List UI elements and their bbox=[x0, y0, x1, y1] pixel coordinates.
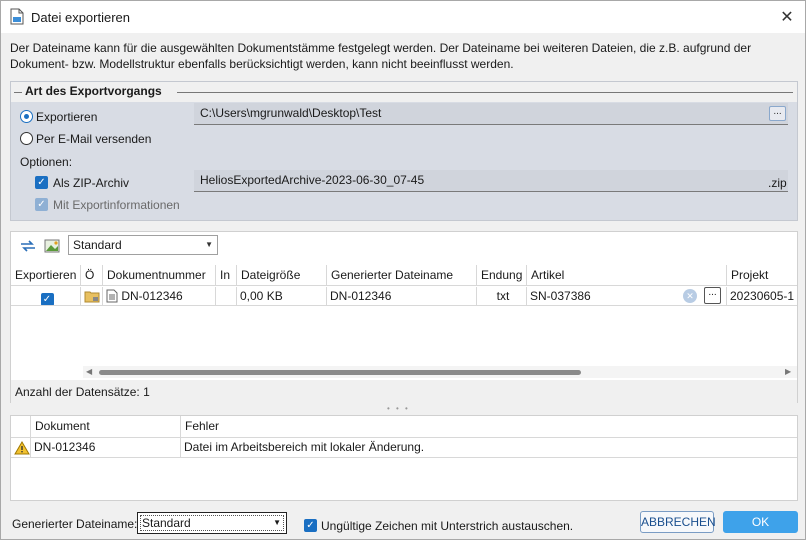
row-export-checkbox[interactable]: ✓ bbox=[40, 293, 54, 305]
browse-path-button[interactable]: ... bbox=[769, 106, 786, 121]
col-header-project[interactable]: Projekt bbox=[727, 265, 797, 286]
archive-name-field[interactable]: HeliosExportedArchive-2023-06-30_07-45 bbox=[194, 170, 788, 192]
radio-export[interactable] bbox=[20, 110, 33, 123]
row-article: SN-037386 bbox=[530, 289, 591, 303]
col-header-open[interactable]: Ö bbox=[81, 265, 103, 286]
row-project-cell: 20230605-1 bbox=[727, 287, 797, 306]
export-type-group: Art des Exportvorgangs Exportieren Per E… bbox=[10, 81, 798, 221]
archive-extension: .zip bbox=[768, 176, 787, 190]
row-size-cell: 0,00 KB bbox=[237, 287, 327, 306]
ok-button[interactable]: OK bbox=[723, 511, 798, 533]
err-document-cell: DN-012346 bbox=[31, 438, 181, 458]
err-message-cell: Datei im Arbeitsbereich mit lokaler Ände… bbox=[181, 438, 797, 458]
row-extension-cell: txt bbox=[477, 287, 527, 306]
generated-name-select[interactable]: Standard ▼ bbox=[137, 512, 287, 534]
group-header: Art des Exportvorgangs bbox=[11, 82, 797, 102]
window-title: Datei exportieren bbox=[31, 10, 130, 25]
dialog-description: Der Dateiname kann für die ausgewählten … bbox=[10, 41, 752, 71]
export-info-checkbox[interactable]: ✓ bbox=[35, 198, 48, 211]
row-article-cell[interactable]: SN-037386 ✕ ... bbox=[527, 287, 727, 306]
scrollbar-thumb[interactable] bbox=[99, 370, 581, 375]
col-header-extension[interactable]: Endung bbox=[477, 265, 527, 286]
chevron-down-icon: ▼ bbox=[273, 518, 281, 527]
title-bar: Datei exportieren ✕ bbox=[1, 1, 805, 33]
refresh-arrows-icon[interactable] bbox=[19, 238, 37, 254]
document-grid: Standard ▼ Exportieren Ö Dokumentnummer … bbox=[10, 231, 798, 404]
text-file-icon bbox=[106, 289, 118, 303]
radio-email[interactable] bbox=[20, 132, 33, 145]
export-info-label: Mit Exportinformationen bbox=[53, 198, 180, 212]
radio-export-label[interactable]: Exportieren bbox=[36, 110, 97, 124]
scroll-right-icon[interactable]: ▶ bbox=[785, 367, 791, 376]
row-document-number-cell: DN-012346 bbox=[103, 287, 216, 306]
record-count-bar: Anzahl der Datensätze: 1 bbox=[11, 380, 797, 404]
error-list: Dokument Fehler DN-012346 Datei im Arbei… bbox=[10, 415, 798, 501]
generated-name-value: Standard bbox=[142, 516, 191, 530]
splitter-handle[interactable]: • • • bbox=[387, 404, 410, 413]
document-icon bbox=[10, 8, 24, 25]
group-divider bbox=[177, 92, 793, 93]
row-generated-name-cell[interactable]: DN-012346 bbox=[327, 287, 477, 306]
err-col-icon bbox=[11, 416, 31, 438]
col-header-article[interactable]: Artikel bbox=[527, 265, 727, 286]
export-dialog: Datei exportieren ✕ Der Dateiname kann f… bbox=[0, 0, 806, 540]
cancel-button[interactable]: ABBRECHEN bbox=[640, 511, 716, 533]
export-path-field[interactable]: C:\Users\mgrunwald\Desktop\Test bbox=[194, 103, 788, 125]
horizontal-scrollbar[interactable]: ◀ ▶ bbox=[83, 366, 797, 378]
col-header-export[interactable]: Exportieren bbox=[11, 265, 81, 286]
replace-chars-label[interactable]: Ungültige Zeichen mit Unterstrich austau… bbox=[321, 519, 573, 533]
scroll-left-icon[interactable]: ◀ bbox=[86, 367, 92, 376]
folder-lock-icon bbox=[84, 291, 100, 303]
zip-checkbox[interactable]: ✓ bbox=[35, 176, 48, 189]
group-title: Art des Exportvorgangs bbox=[25, 84, 162, 98]
col-header-in[interactable]: In bbox=[216, 265, 237, 286]
row-export-cell[interactable]: ✓ bbox=[11, 287, 81, 306]
col-header-document-number[interactable]: Dokumentnummer bbox=[103, 265, 216, 286]
err-icon-cell bbox=[11, 438, 31, 458]
record-count: Anzahl der Datensätze: 1 bbox=[15, 385, 150, 399]
image-settings-icon[interactable] bbox=[44, 238, 62, 254]
close-button[interactable]: ✕ bbox=[769, 1, 805, 33]
close-icon: ✕ bbox=[780, 9, 794, 26]
clear-icon[interactable]: ✕ bbox=[683, 289, 697, 303]
row-open-cell bbox=[81, 287, 103, 306]
chevron-down-icon: ▼ bbox=[205, 240, 213, 249]
view-select-value: Standard bbox=[73, 238, 122, 252]
col-header-size[interactable]: Dateigröße bbox=[237, 265, 327, 286]
group-divider-left bbox=[14, 92, 22, 93]
err-col-header-error[interactable]: Fehler bbox=[181, 416, 797, 438]
article-picker-button[interactable]: ... bbox=[704, 287, 721, 304]
col-header-generated-name[interactable]: Generierter Dateiname bbox=[327, 265, 477, 286]
row-document-number: DN-012346 bbox=[121, 289, 183, 303]
view-select[interactable]: Standard ▼ bbox=[68, 235, 218, 255]
generated-name-label: Generierter Dateiname: bbox=[12, 517, 138, 531]
radio-email-label[interactable]: Per E-Mail versenden bbox=[36, 132, 151, 146]
replace-chars-checkbox[interactable]: ✓ bbox=[304, 519, 317, 532]
zip-checkbox-label[interactable]: Als ZIP-Archiv bbox=[53, 176, 129, 190]
warning-icon bbox=[14, 441, 30, 455]
grid-toolbar: Standard ▼ bbox=[11, 232, 797, 262]
row-in-cell bbox=[216, 287, 237, 306]
options-label: Optionen: bbox=[20, 155, 73, 169]
err-col-header-document[interactable]: Dokument bbox=[31, 416, 181, 438]
